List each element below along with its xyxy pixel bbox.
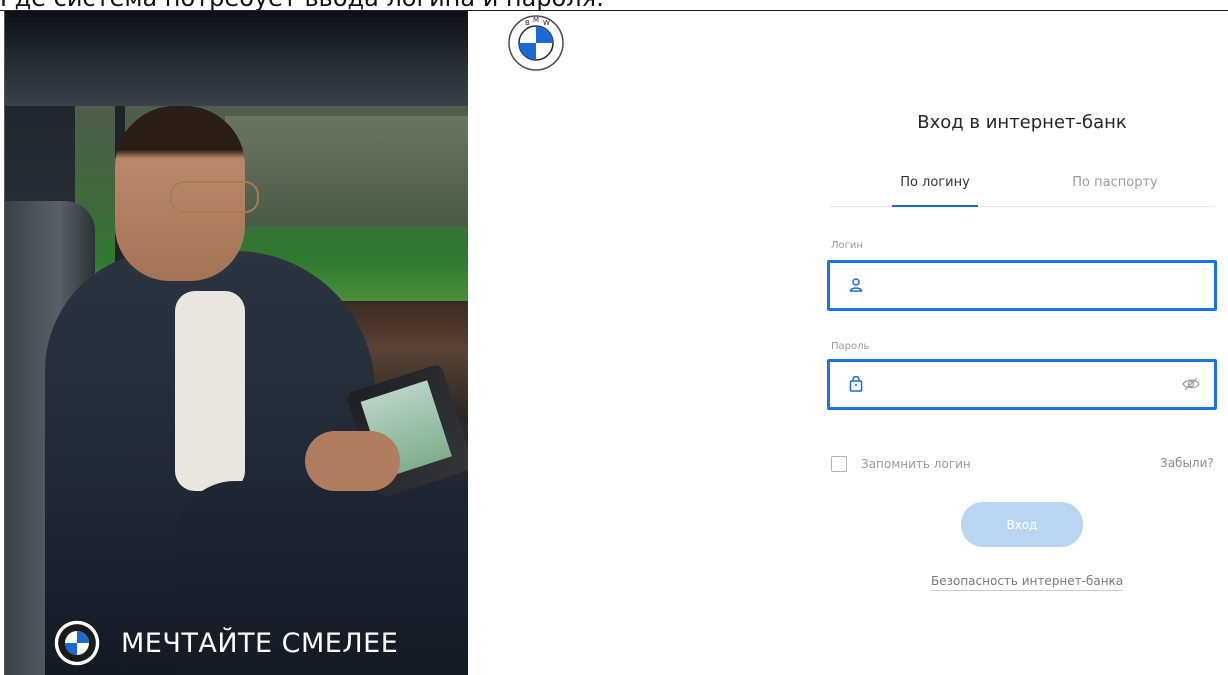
- eye-off-icon[interactable]: [1182, 376, 1200, 392]
- window-building: [225, 116, 468, 226]
- security-link[interactable]: Безопасность интернет-банка: [931, 574, 1124, 591]
- user-icon: [848, 277, 864, 293]
- promo-photo: МЕЧТАЙТЕ СМЕЛЕЕ: [5, 11, 468, 675]
- tab-by-login[interactable]: По логину: [870, 170, 1000, 207]
- glasses: [170, 181, 259, 213]
- svg-text:B: B: [525, 19, 530, 27]
- login-button[interactable]: Вход: [961, 502, 1083, 547]
- svg-text:W: W: [543, 19, 550, 27]
- bmw-logo-small-icon: [53, 619, 101, 667]
- forgot-link[interactable]: Забыли?: [1160, 456, 1214, 470]
- login-input[interactable]: [874, 263, 1178, 310]
- password-label: Пароль: [831, 341, 870, 352]
- lock-icon: [848, 375, 864, 392]
- remember-label: Запомнить логин: [861, 457, 971, 471]
- remember-checkbox[interactable]: [831, 456, 847, 472]
- instruction-caption: Где система потребует ввода логина и пар…: [0, 0, 1228, 10]
- svg-text:M: M: [533, 16, 539, 24]
- tab-by-passport[interactable]: По паспорту: [1040, 170, 1190, 206]
- password-field[interactable]: [827, 359, 1217, 410]
- shirt: [175, 291, 245, 491]
- login-tabs: По логину По паспорту: [830, 170, 1214, 207]
- bmw-logo-icon[interactable]: B M W: [508, 15, 564, 71]
- remember-login[interactable]: Запомнить логин: [831, 456, 971, 472]
- slogan-text: МЕЧТАЙТЕ СМЕЛЕЕ: [121, 627, 399, 659]
- login-title: Вход в интернет-банк: [917, 112, 1127, 133]
- login-label: Логин: [831, 240, 863, 251]
- password-input[interactable]: [874, 362, 1178, 409]
- hand: [305, 431, 400, 491]
- car-roof: [5, 11, 468, 106]
- promo-slogan: МЕЧТАЙТЕ СМЕЛЕЕ: [53, 619, 398, 667]
- login-field[interactable]: [827, 260, 1217, 311]
